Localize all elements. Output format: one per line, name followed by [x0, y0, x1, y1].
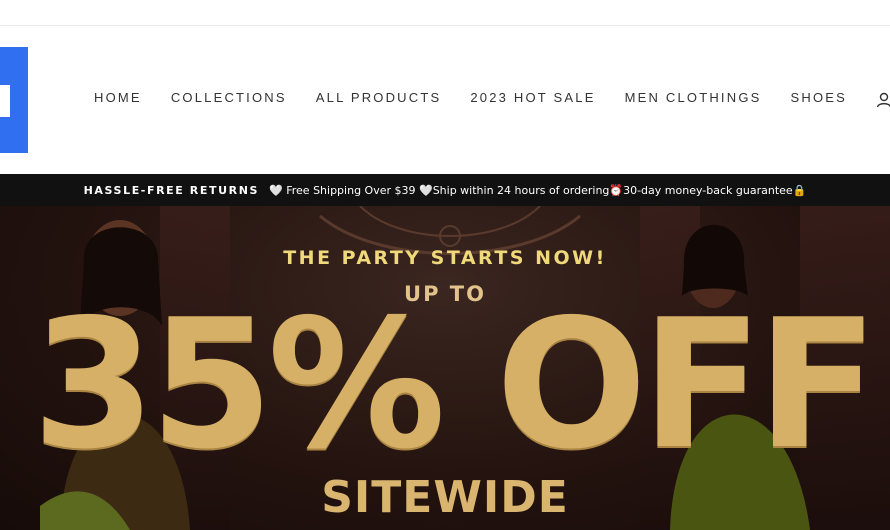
- nav-item-2023-hot-sale[interactable]: 2023 HOT SALE: [470, 90, 595, 105]
- hero-discount: 35% OFF: [31, 281, 879, 488]
- top-strip: [0, 0, 890, 26]
- main-nav: HOME COLLECTIONS ALL PRODUCTS 2023 HOT S…: [94, 90, 876, 105]
- hero-banner[interactable]: THE PARTY STARTS NOW! UP TO 35% OFF SITE…: [0, 206, 890, 530]
- hero-tagline: THE PARTY STARTS NOW!: [283, 247, 607, 269]
- user-icon[interactable]: [876, 92, 890, 108]
- nav-item-all-products[interactable]: ALL PRODUCTS: [316, 90, 442, 105]
- nav-item-shoes[interactable]: SHOES: [791, 90, 848, 105]
- nav-item-men-clothings[interactable]: MEN CLOTHINGS: [625, 90, 762, 105]
- announcement-bar: HASSLE-FREE RETURNS 🤍 Free Shipping Over…: [0, 174, 890, 206]
- site-header: HOME COLLECTIONS ALL PRODUCTS 2023 HOT S…: [0, 26, 890, 174]
- nav-item-collections[interactable]: COLLECTIONS: [171, 90, 287, 105]
- announcement-lead: HASSLE-FREE RETURNS: [83, 183, 260, 197]
- announcement-text: 🤍 Free Shipping Over $39 🤍Ship within 24…: [269, 183, 807, 197]
- hero-sitewide: SITEWIDE: [321, 472, 569, 523]
- logo[interactable]: [0, 47, 28, 153]
- nav-item-home[interactable]: HOME: [94, 90, 142, 105]
- logo-mark: [0, 85, 10, 117]
